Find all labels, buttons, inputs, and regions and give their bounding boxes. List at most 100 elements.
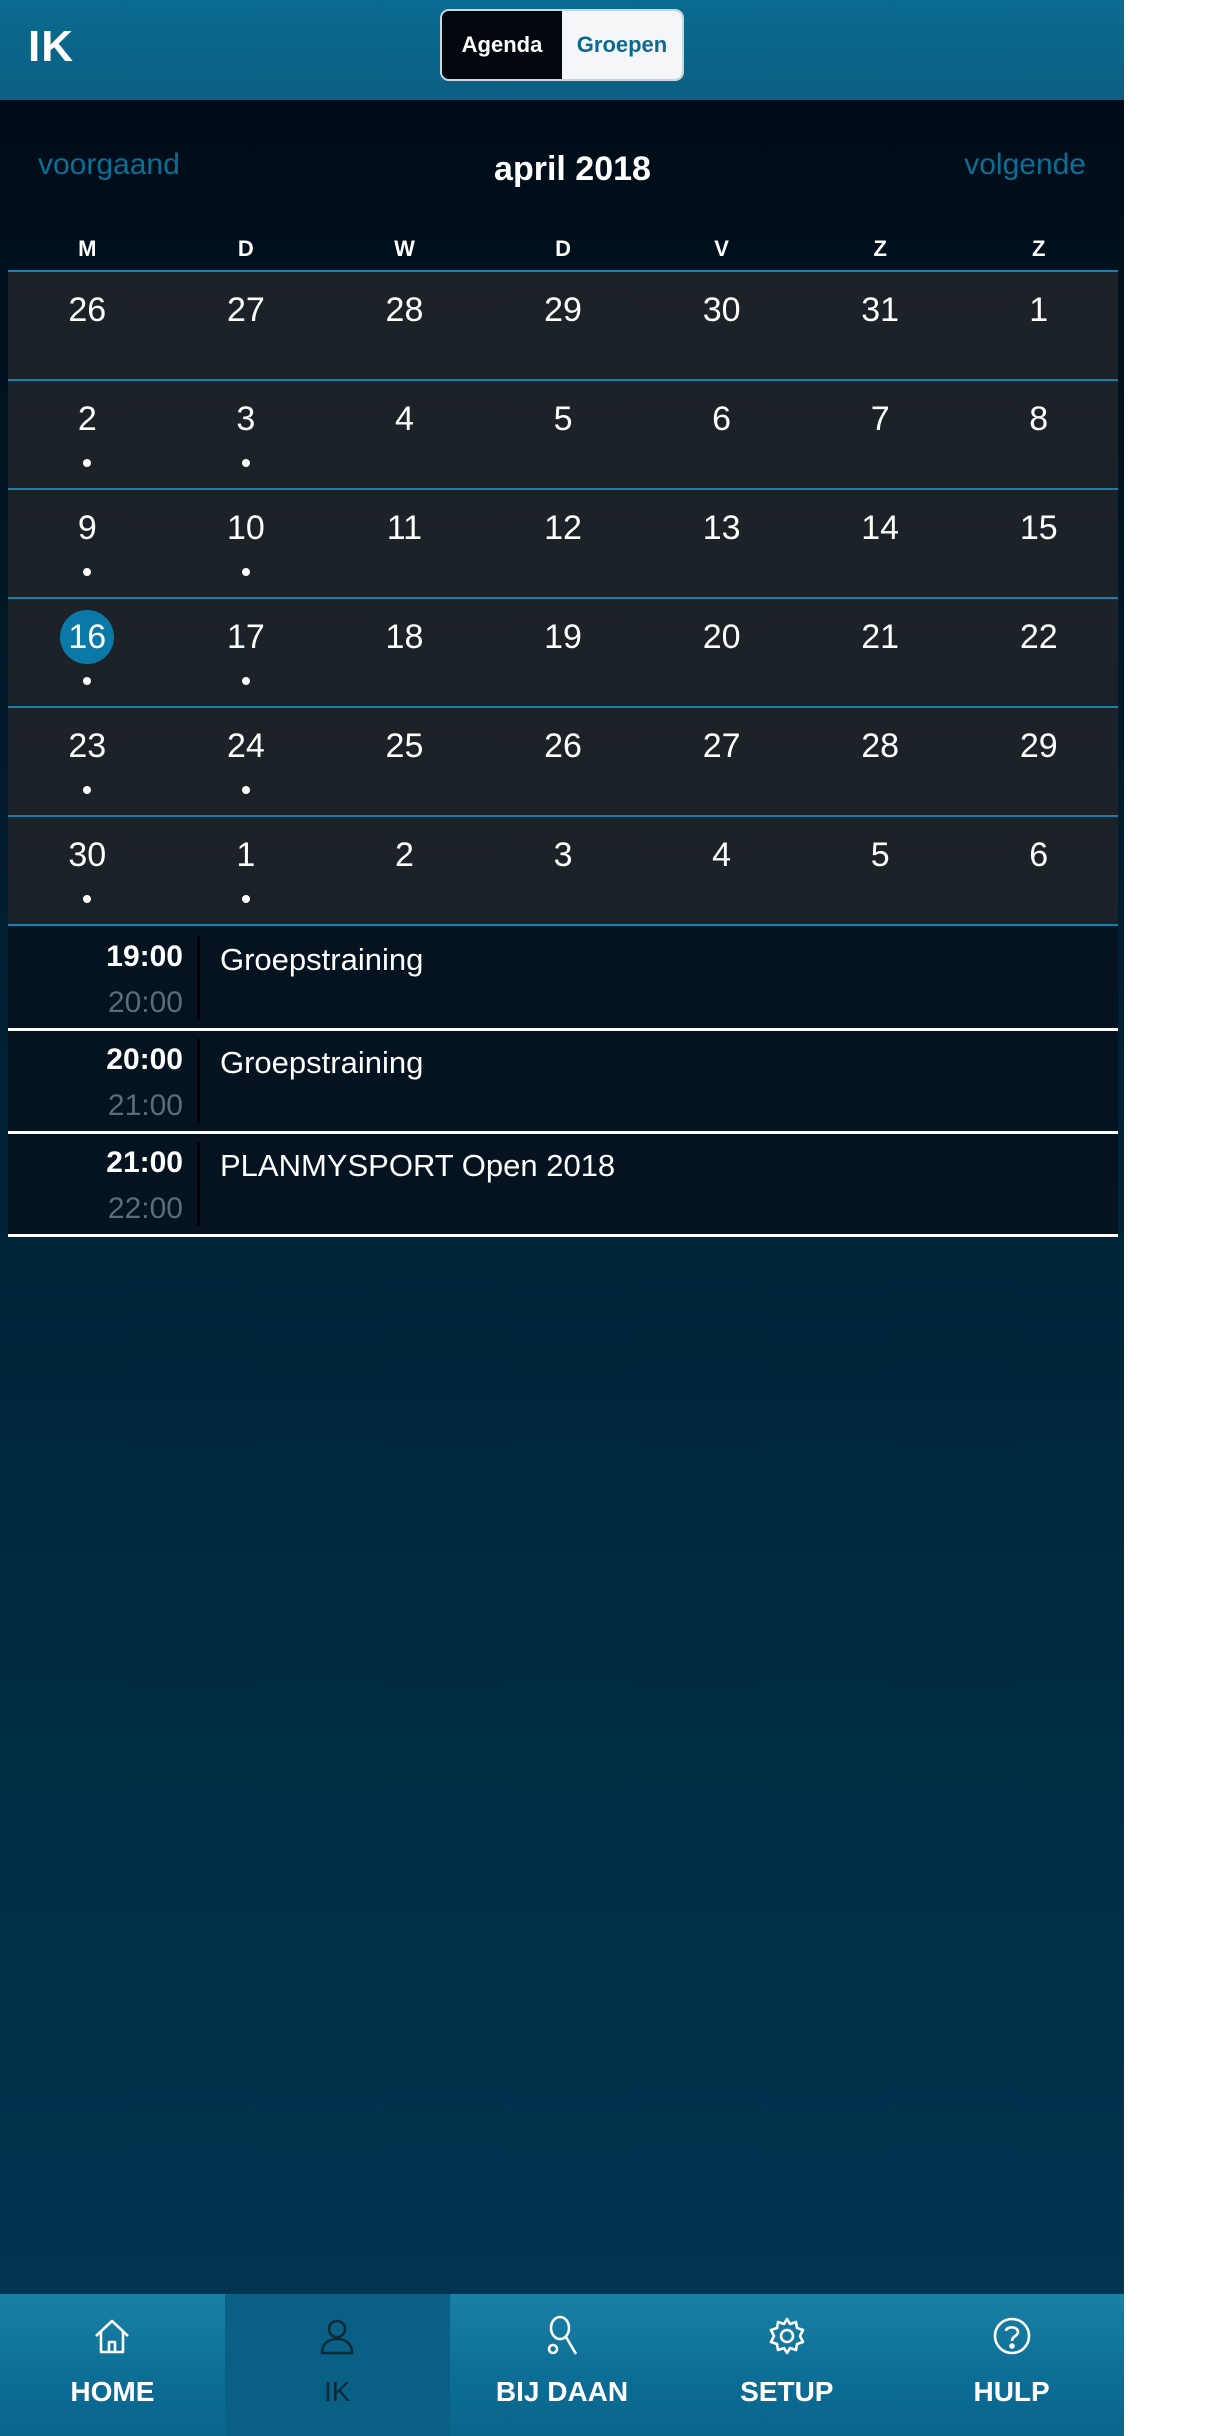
calendar-day[interactable]: 4: [642, 817, 801, 924]
calendar-day[interactable]: 23: [8, 708, 167, 815]
calendar-week-row: 30 1 2 3 4 5 6: [8, 817, 1118, 926]
calendar-day[interactable]: 20: [642, 599, 801, 706]
event-row[interactable]: 21:00 22:00 PLANMYSPORT Open 2018: [8, 1134, 1118, 1237]
event-time: 21:00 22:00: [8, 1134, 195, 1234]
nav-tab-hulp[interactable]: HULP: [899, 2294, 1124, 2436]
calendar-day[interactable]: 14: [801, 490, 960, 597]
calendar-day[interactable]: 24: [167, 708, 326, 815]
day-number: 23: [8, 726, 167, 766]
calendar-day[interactable]: 3: [167, 381, 326, 488]
day-number-text: 17: [226, 618, 265, 656]
nav-tab-bij-daan[interactable]: BIJ DAAN: [450, 2294, 675, 2436]
calendar-day[interactable]: 29: [959, 708, 1118, 815]
day-number-text: 25: [385, 727, 424, 765]
day-number-text: 2: [77, 400, 97, 438]
calendar-day[interactable]: 13: [642, 490, 801, 597]
calendar-day[interactable]: 2: [325, 817, 484, 924]
calendar-day[interactable]: 3: [484, 817, 643, 924]
day-number: 20: [642, 617, 801, 657]
day-number: 27: [167, 290, 326, 330]
calendar-day[interactable]: 7: [801, 381, 960, 488]
day-number-text: 27: [702, 727, 741, 765]
event-title: Groepstraining: [220, 942, 424, 977]
nav-tab-label: IK: [323, 2376, 351, 2407]
calendar-day-today[interactable]: 16: [8, 599, 167, 706]
calendar-day[interactable]: 30: [642, 272, 801, 379]
event-start-time: 21:00: [106, 1146, 183, 1179]
day-number: 16: [8, 610, 167, 664]
tab-agenda[interactable]: Agenda: [442, 11, 562, 79]
event-start-time: 20:00: [106, 1043, 183, 1076]
day-number: 5: [801, 835, 960, 875]
event-row[interactable]: 20:00 21:00 Groepstraining: [8, 1031, 1118, 1134]
event-end-time: 22:00: [107, 1192, 183, 1225]
calendar-day[interactable]: 6: [959, 817, 1118, 924]
day-number: 24: [167, 726, 326, 766]
calendar-day[interactable]: 18: [325, 599, 484, 706]
calendar-day[interactable]: 5: [484, 381, 643, 488]
day-number-text: 18: [385, 618, 424, 656]
nav-tab-home[interactable]: HOME: [0, 2294, 225, 2436]
day-number-text: 10: [226, 509, 265, 547]
tab-groepen[interactable]: Groepen: [562, 11, 682, 79]
calendar-day[interactable]: 22: [959, 599, 1118, 706]
calendar-day[interactable]: 2: [8, 381, 167, 488]
calendar-day[interactable]: 15: [959, 490, 1118, 597]
tennis-racket-icon: [540, 2314, 584, 2358]
day-number-text: 2: [394, 836, 414, 874]
calendar-day[interactable]: 4: [325, 381, 484, 488]
calendar-day[interactable]: 25: [325, 708, 484, 815]
calendar-day[interactable]: 11: [325, 490, 484, 597]
day-number-text: 29: [1019, 727, 1058, 765]
next-month-button[interactable]: volgende: [964, 148, 1086, 182]
day-number-text: 5: [870, 836, 890, 874]
calendar-day[interactable]: 1: [167, 817, 326, 924]
day-number-text: 11: [386, 509, 423, 547]
nav-tab-setup[interactable]: SETUP: [674, 2294, 899, 2436]
event-end-time: 20:00: [107, 986, 183, 1019]
day-number-text: 29: [544, 291, 582, 329]
calendar-day[interactable]: 17: [167, 599, 326, 706]
day-number: 30: [642, 290, 801, 330]
calendar-day[interactable]: 28: [801, 708, 960, 815]
calendar-day[interactable]: 31: [801, 272, 960, 379]
help-icon: [990, 2314, 1034, 2358]
calendar-day[interactable]: 9: [8, 490, 167, 597]
event-row[interactable]: 19:00 20:00 Groepstraining: [8, 928, 1118, 1031]
calendar-day[interactable]: 30: [8, 817, 167, 924]
event-indicator-dot: [241, 895, 250, 903]
event-end-time: 21:00: [107, 1089, 183, 1122]
day-number-text: 28: [385, 291, 424, 329]
day-number: 9: [8, 508, 167, 548]
calendar-day[interactable]: 27: [167, 272, 326, 379]
day-number-text: 27: [226, 291, 265, 329]
calendar-day[interactable]: 6: [642, 381, 801, 488]
event-divider: [197, 936, 200, 1020]
day-number: 12: [484, 508, 643, 548]
calendar-day[interactable]: 10: [167, 490, 326, 597]
calendar-day[interactable]: 1: [959, 272, 1118, 379]
calendar-day[interactable]: 28: [325, 272, 484, 379]
day-number-text: 26: [544, 727, 582, 765]
day-number: 17: [167, 617, 326, 657]
home-icon: [90, 2314, 134, 2358]
day-number: 4: [325, 399, 484, 439]
event-divider: [197, 1142, 200, 1226]
day-number-text: 30: [702, 291, 741, 329]
weekday-label: M: [78, 236, 97, 261]
nav-tab-ik[interactable]: IK: [224, 2294, 450, 2436]
calendar-day[interactable]: 19: [484, 599, 643, 706]
calendar-day[interactable]: 8: [959, 381, 1118, 488]
calendar-day[interactable]: 5: [801, 817, 960, 924]
calendar-day[interactable]: 21: [801, 599, 960, 706]
day-number: 27: [642, 726, 801, 766]
day-number: 8: [959, 399, 1118, 439]
calendar-week-row: 2 3 4 5 6 7 8: [8, 381, 1118, 490]
calendar-day[interactable]: 12: [484, 490, 643, 597]
event-indicator-dot: [241, 786, 250, 794]
calendar-day[interactable]: 26: [484, 708, 643, 815]
calendar-day[interactable]: 29: [484, 272, 643, 379]
day-number-text: 4: [394, 400, 414, 438]
calendar-day[interactable]: 27: [642, 708, 801, 815]
calendar-day[interactable]: 26: [8, 272, 167, 379]
